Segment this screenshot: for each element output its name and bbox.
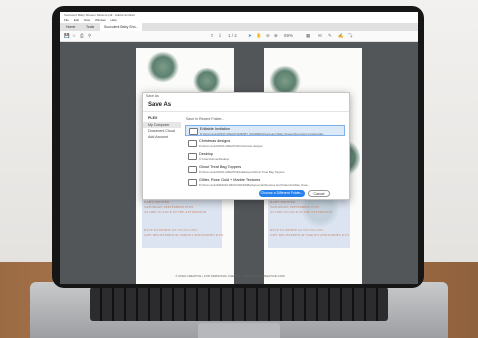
folder-path: D:\Documents\MINA CREATIVE\Halloween\Gho… <box>199 170 285 174</box>
invite-line: BABY SHOWER <box>270 200 296 204</box>
menu-help[interactable]: Help <box>111 18 117 22</box>
folder-row-desktop[interactable]: Desktop C:\Users\Home\Desktop <box>185 151 345 162</box>
dialog-window-title: Save As <box>146 94 159 98</box>
page-display-icon[interactable]: ▦ <box>306 33 310 39</box>
save-as-dialog: Save As Save As PLEX My Computer Documen… <box>142 92 350 200</box>
invite-line: BABY SHOWER <box>144 200 170 204</box>
dialog-heading: Save As <box>148 102 172 108</box>
page-indicator[interactable]: 1 / 2 <box>228 33 237 38</box>
page-up-icon[interactable]: ⇧ <box>210 33 214 39</box>
recent-folders-panel: Save in Recent Folder... Editable Invita… <box>183 112 349 199</box>
folder-row-christmas-designs[interactable]: Christmas designs D:\Documents\MINA CREA… <box>185 138 345 149</box>
succulent-illustration <box>192 68 222 94</box>
folder-icon <box>188 166 197 173</box>
folder-path: D:\Documents\MINA CREATIVE\Christmas des… <box>199 144 263 148</box>
folder-name: Christmas designs <box>199 139 231 143</box>
sidebar-item-add-account[interactable]: Add Account <box>143 134 181 140</box>
succulent-illustration <box>146 52 180 82</box>
sign-icon[interactable]: ✍ <box>338 33 344 39</box>
share-icon[interactable]: ⤵ <box>348 33 353 39</box>
folder-row-ghost-treat-bag-toppers[interactable]: Ghost Treat Bag Toppers D:\Documents\MIN… <box>185 164 345 175</box>
pen-icon[interactable]: ✎ <box>328 33 332 39</box>
trackpad <box>198 323 280 338</box>
invite-line: AT ONE O'CLOCK IN THE AFTERNOON <box>144 210 207 214</box>
invite-line: SATURDAY, SEPTEMBER 25TH <box>270 205 319 209</box>
invite-line: SATURDAY, SEPTEMBER 25TH <box>144 205 193 209</box>
folder-name: Desktop <box>199 152 213 156</box>
folder-row-glitter-textures[interactable]: Glitter, Rose Gold + Marble Textures D:\… <box>185 177 345 188</box>
comment-icon[interactable]: ✉ <box>318 33 322 39</box>
invite-line: AT ONE O'CLOCK IN THE AFTERNOON <box>270 210 333 214</box>
folder-path: D:\Documents\MINA CREATIVE\BABY SHOWERS\… <box>200 132 326 136</box>
hand-tool-icon[interactable]: ✋ <box>256 33 262 39</box>
folder-name: Glitter, Rose Gold + Marble Textures <box>199 178 261 182</box>
select-tool-icon[interactable]: ➤ <box>248 33 252 39</box>
menu-view[interactable]: View <box>84 18 90 22</box>
toolbar: 💾 ☆ ⎙ ⚲ ⇧ ⇩ 1 / 2 ➤ ✋ ⊖ ⊕ 59% ▦ ✉ ✎ ✍ ⤵ <box>60 31 418 42</box>
invite-line: RSVP TO DENISE AT 555-555-5555 <box>270 228 323 232</box>
invite-line: RSVP TO DENISE AT 555-555-5555 <box>144 228 197 232</box>
folder-icon <box>188 153 197 160</box>
tab-tools[interactable]: Tools <box>82 23 98 31</box>
tab-document[interactable]: Succulent Baby Sho... <box>100 23 143 31</box>
cancel-button[interactable]: Cancel <box>308 190 330 197</box>
save-icon[interactable]: 💾 <box>64 33 70 39</box>
recent-folder-caption: Save in Recent Folder... <box>186 117 225 121</box>
folder-row-editable-invitation[interactable]: Editable Invitation D:\Documents\MINA CR… <box>185 125 345 136</box>
zoom-in-icon[interactable]: ⊕ <box>274 33 278 39</box>
invite-line: GIFT REGISTERED AT TARGET AND BABIES R U… <box>270 233 350 237</box>
folder-icon <box>188 140 197 147</box>
search-icon[interactable]: ⚲ <box>88 33 91 39</box>
menu-file[interactable]: File <box>64 18 69 22</box>
menu-edit[interactable]: Edit <box>74 18 79 22</box>
tab-bar: Home Tools Succulent Baby Sho... <box>60 23 418 31</box>
menu-window[interactable]: Window <box>95 18 106 22</box>
folder-path: C:\Users\Home\Desktop <box>199 157 230 161</box>
folder-icon <box>189 128 198 135</box>
zoom-level[interactable]: 59% <box>284 33 293 38</box>
keyboard <box>90 287 388 321</box>
folder-name: Editable Invitation <box>200 127 230 131</box>
tab-home[interactable]: Home <box>62 23 79 31</box>
screen: Succulent Baby Shower Stickers.pdf - Ado… <box>60 12 418 284</box>
sidebar-heading: PLEX <box>148 116 158 120</box>
invite-line: GIFT REGISTERED AT TARGET AND BABIES R U… <box>144 233 224 237</box>
page-down-icon[interactable]: ⇩ <box>218 33 222 39</box>
choose-different-folder-button[interactable]: Choose a Different Folder... <box>259 190 305 197</box>
folder-name: Ghost Treat Bag Toppers <box>199 165 242 169</box>
folder-icon <box>188 179 197 186</box>
zoom-out-icon[interactable]: ⊖ <box>266 33 270 39</box>
bookmark-icon[interactable]: ☆ <box>72 33 76 39</box>
print-icon[interactable]: ⎙ <box>80 33 84 38</box>
page-footer: © MINA CREATIVE | FOR PERSONAL USE ONLY … <box>175 274 285 278</box>
folder-path: D:\Documents\DESIGN RESOURCES\Background… <box>199 183 311 187</box>
dialog-sidebar: PLEX My Computer Document Cloud Add Acco… <box>143 112 181 199</box>
